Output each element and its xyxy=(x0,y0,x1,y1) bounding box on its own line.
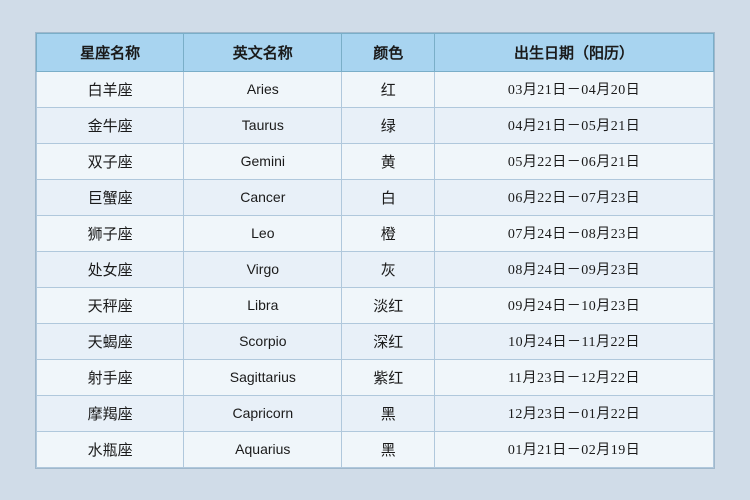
table-header-row: 星座名称 英文名称 颜色 出生日期（阳历） xyxy=(37,33,714,71)
cell-english-name: Cancer xyxy=(184,179,342,215)
table-body: 白羊座Aries红03月21日－04月20日金牛座Taurus绿04月21日－0… xyxy=(37,71,714,467)
cell-color: 红 xyxy=(342,71,435,107)
cell-english-name: Scorpio xyxy=(184,323,342,359)
cell-date: 07月24日－08月23日 xyxy=(435,215,714,251)
header-english-name: 英文名称 xyxy=(184,33,342,71)
cell-chinese-name: 射手座 xyxy=(37,359,184,395)
cell-chinese-name: 处女座 xyxy=(37,251,184,287)
cell-english-name: Aries xyxy=(184,71,342,107)
header-color: 颜色 xyxy=(342,33,435,71)
cell-date: 04月21日－05月21日 xyxy=(435,107,714,143)
cell-date: 05月22日－06月21日 xyxy=(435,143,714,179)
cell-color: 绿 xyxy=(342,107,435,143)
table-row: 巨蟹座Cancer白06月22日－07月23日 xyxy=(37,179,714,215)
cell-color: 黑 xyxy=(342,395,435,431)
cell-date: 08月24日－09月23日 xyxy=(435,251,714,287)
cell-date: 11月23日－12月22日 xyxy=(435,359,714,395)
cell-date: 06月22日－07月23日 xyxy=(435,179,714,215)
table-row: 金牛座Taurus绿04月21日－05月21日 xyxy=(37,107,714,143)
cell-english-name: Gemini xyxy=(184,143,342,179)
table-row: 处女座Virgo灰08月24日－09月23日 xyxy=(37,251,714,287)
cell-chinese-name: 白羊座 xyxy=(37,71,184,107)
cell-color: 白 xyxy=(342,179,435,215)
cell-color: 淡红 xyxy=(342,287,435,323)
table-row: 摩羯座Capricorn黑12月23日－01月22日 xyxy=(37,395,714,431)
cell-color: 紫红 xyxy=(342,359,435,395)
cell-date: 12月23日－01月22日 xyxy=(435,395,714,431)
cell-color: 橙 xyxy=(342,215,435,251)
cell-chinese-name: 水瓶座 xyxy=(37,431,184,467)
cell-chinese-name: 巨蟹座 xyxy=(37,179,184,215)
cell-chinese-name: 天秤座 xyxy=(37,287,184,323)
zodiac-table-container: 星座名称 英文名称 颜色 出生日期（阳历） 白羊座Aries红03月21日－04… xyxy=(35,32,715,469)
table-row: 双子座Gemini黄05月22日－06月21日 xyxy=(37,143,714,179)
cell-english-name: Capricorn xyxy=(184,395,342,431)
cell-color: 黄 xyxy=(342,143,435,179)
table-row: 白羊座Aries红03月21日－04月20日 xyxy=(37,71,714,107)
cell-chinese-name: 金牛座 xyxy=(37,107,184,143)
cell-date: 03月21日－04月20日 xyxy=(435,71,714,107)
table-row: 狮子座Leo橙07月24日－08月23日 xyxy=(37,215,714,251)
table-row: 水瓶座Aquarius黑01月21日－02月19日 xyxy=(37,431,714,467)
table-row: 天秤座Libra淡红09月24日－10月23日 xyxy=(37,287,714,323)
cell-english-name: Virgo xyxy=(184,251,342,287)
table-row: 天蝎座Scorpio深红10月24日－11月22日 xyxy=(37,323,714,359)
cell-color: 灰 xyxy=(342,251,435,287)
header-date: 出生日期（阳历） xyxy=(435,33,714,71)
cell-date: 01月21日－02月19日 xyxy=(435,431,714,467)
cell-english-name: Aquarius xyxy=(184,431,342,467)
cell-english-name: Taurus xyxy=(184,107,342,143)
cell-english-name: Libra xyxy=(184,287,342,323)
zodiac-table: 星座名称 英文名称 颜色 出生日期（阳历） 白羊座Aries红03月21日－04… xyxy=(36,33,714,468)
cell-date: 09月24日－10月23日 xyxy=(435,287,714,323)
cell-english-name: Leo xyxy=(184,215,342,251)
cell-chinese-name: 摩羯座 xyxy=(37,395,184,431)
cell-chinese-name: 狮子座 xyxy=(37,215,184,251)
cell-chinese-name: 天蝎座 xyxy=(37,323,184,359)
cell-chinese-name: 双子座 xyxy=(37,143,184,179)
header-chinese-name: 星座名称 xyxy=(37,33,184,71)
cell-date: 10月24日－11月22日 xyxy=(435,323,714,359)
table-row: 射手座Sagittarius紫红11月23日－12月22日 xyxy=(37,359,714,395)
cell-color: 深红 xyxy=(342,323,435,359)
cell-english-name: Sagittarius xyxy=(184,359,342,395)
cell-color: 黑 xyxy=(342,431,435,467)
